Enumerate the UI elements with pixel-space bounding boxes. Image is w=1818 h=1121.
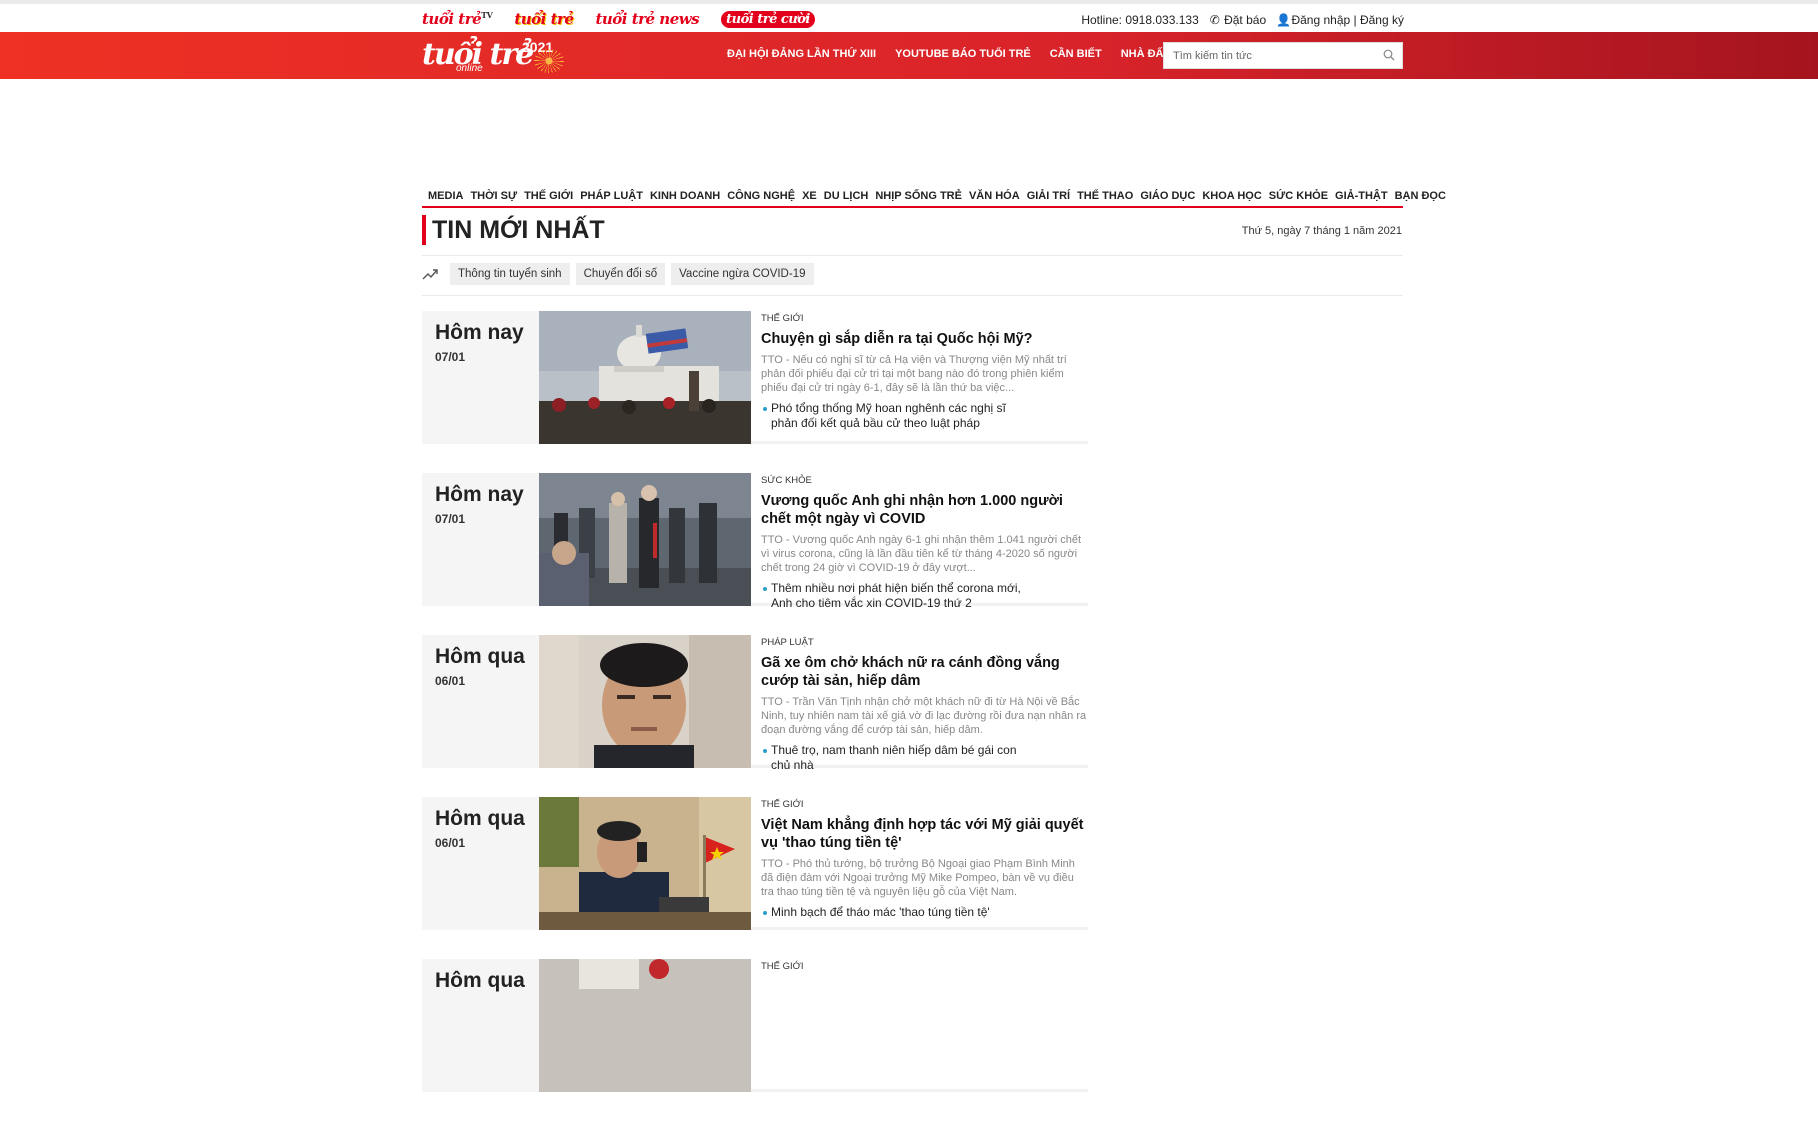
news-title[interactable]: Chuyện gì sắp diễn ra tại Quốc hội Mỹ? xyxy=(761,330,1088,348)
category-nav: MEDIA THỜI SỰ THẾ GIỚI PHÁP LUẬT KINH DO… xyxy=(422,186,1446,208)
cat-giao-duc[interactable]: GIÁO DỤC xyxy=(1140,190,1195,202)
trending-tags: Thông tin tuyển sinh Chuyển đổi số Vacci… xyxy=(422,263,814,285)
cat-media[interactable]: MEDIA xyxy=(428,190,463,202)
brand-tuoitre-news[interactable]: tuổi trẻ news xyxy=(595,10,699,28)
news-title[interactable]: Việt Nam khẳng định hợp tác với Mỹ giải … xyxy=(761,816,1088,852)
user-icon: 👤 xyxy=(1276,13,1292,27)
divider xyxy=(422,255,1403,256)
cat-kinh-doanh[interactable]: KINH DOANH xyxy=(650,190,720,202)
hotline-text: Hotline: 0918.033.133 xyxy=(1081,13,1199,27)
brand-tuoitre-cuoi[interactable]: tuổi trẻ cười xyxy=(721,10,815,28)
cat-the-gioi[interactable]: THẾ GIỚI xyxy=(524,190,573,202)
news-item: Hôm qua 06/01 THẾ GIỚI Việt Nam khẳng đị xyxy=(422,797,1088,930)
cat-suc-khoe[interactable]: SỨC KHỎE xyxy=(1269,190,1328,202)
related-link[interactable]: Thêm nhiều nơi phát hiện biến thể corona… xyxy=(761,581,1031,611)
related-link[interactable]: Phó tổng thống Mỹ hoan nghênh các nghị s… xyxy=(761,401,1031,431)
cat-the-thao[interactable]: THỂ THAO xyxy=(1077,190,1133,202)
top-bar: tuổi trẻTV tuổi trẻ tuổi trẻ news tuổi t… xyxy=(0,0,1818,32)
news-summary: TTO - Vương quốc Anh ngày 6-1 ghi nhận t… xyxy=(761,534,1082,574)
nav-dai-hoi-dang[interactable]: ĐẠI HỘI ĐẢNG LẦN THỨ XIII xyxy=(727,48,876,60)
cat-du-lich[interactable]: DU LỊCH xyxy=(824,190,869,202)
cat-ban-doc[interactable]: BẠN ĐỌC xyxy=(1395,190,1446,202)
news-item: Hôm qua THẾ GIỚI xyxy=(422,959,1088,1092)
tag-thong-tin-tuyen-sinh[interactable]: Thông tin tuyển sinh xyxy=(450,263,570,285)
related-link[interactable]: Minh bạch để tháo mác 'thao túng tiền tệ… xyxy=(761,905,1031,920)
tag-vaccine-covid[interactable]: Vaccine ngừa COVID-19 xyxy=(671,263,814,285)
cat-giai-tri[interactable]: GIẢI TRÍ xyxy=(1027,190,1070,202)
news-category[interactable]: THẾ GIỚI xyxy=(761,799,1088,810)
site-logo[interactable]: tuổi trẻ online 2021 xyxy=(422,35,582,77)
news-content: SỨC KHỎE Vương quốc Anh ghi nhận hơn 1.0… xyxy=(761,473,1088,611)
news-thumbnail-portrait[interactable] xyxy=(539,635,751,768)
cat-van-hoa[interactable]: VĂN HÓA xyxy=(969,190,1020,202)
nav-youtube[interactable]: YOUTUBE BÁO TUỔI TRẺ xyxy=(895,48,1031,60)
news-date-block: Hôm nay 07/01 xyxy=(422,473,539,606)
cat-nhip-song-tre[interactable]: NHỊP SỐNG TRẺ xyxy=(875,190,962,202)
news-item: Hôm qua 06/01 PHÁP LUẬT Gã xe ôm chở khá… xyxy=(422,635,1088,772)
login-link[interactable]: 👤 Đăng nhập | Đăng ký xyxy=(1276,13,1404,27)
news-date-block: Hôm nay 07/01 xyxy=(422,311,539,444)
news-title[interactable]: Vương quốc Anh ghi nhận hơn 1.000 người … xyxy=(761,492,1088,528)
news-date-block: Hôm qua 06/01 xyxy=(422,797,539,930)
cat-phap-luat[interactable]: PHÁP LUẬT xyxy=(580,190,643,202)
cat-khoa-hoc[interactable]: KHOA HỌC xyxy=(1202,190,1261,202)
main-nav: ĐẠI HỘI ĐẢNG LẦN THỨ XIII YOUTUBE BÁO TU… xyxy=(727,48,1170,60)
news-category[interactable]: PHÁP LUẬT xyxy=(761,637,1088,648)
cat-xe[interactable]: XE xyxy=(802,190,817,202)
main-header: tuổi trẻ online 2021 ĐẠI HỘI ĐẢNG LẦN TH… xyxy=(0,32,1818,79)
cat-cong-nghe[interactable]: CÔNG NGHỆ xyxy=(727,190,795,202)
cat-gia-that[interactable]: GIẢ-THẬT xyxy=(1335,190,1388,202)
top-right-links: Hotline: 0918.033.133 ✆ Đặt báo 👤 Đăng n… xyxy=(1081,13,1404,27)
news-summary: TTO - Trần Văn Tịnh nhận chở một khách n… xyxy=(761,696,1087,736)
search-box xyxy=(1163,42,1403,69)
news-date-block: Hôm qua 06/01 xyxy=(422,635,539,768)
nav-can-biet[interactable]: CẦN BIẾT xyxy=(1050,48,1102,60)
news-summary: TTO - Phó thủ tướng, bộ trưởng Bộ Ngoại … xyxy=(761,858,1075,898)
brand-links: tuổi trẻTV tuổi trẻ tuổi trẻ news tuổi t… xyxy=(422,10,815,28)
trending-icon xyxy=(422,269,438,280)
news-content: PHÁP LUẬT Gã xe ôm chở khách nữ ra cánh … xyxy=(761,635,1088,773)
news-date-block: Hôm qua xyxy=(422,959,539,1092)
search-icon[interactable] xyxy=(1383,49,1395,61)
news-content: THẾ GIỚI Việt Nam khẳng định hợp tác với… xyxy=(761,797,1088,920)
news-item: Hôm nay 07/01 SỨC KHỎE Vương quốc Anh gh… xyxy=(422,473,1088,610)
cat-thoi-su[interactable]: THỜI SỰ xyxy=(470,190,517,202)
search-input[interactable] xyxy=(1164,43,1374,68)
news-item: Hôm nay 07/01 THẾ GIỚI Chuyện gì sắp diễ… xyxy=(422,311,1088,444)
subscribe-link[interactable]: ✆ Đặt báo xyxy=(1209,13,1266,27)
news-title[interactable]: Gã xe ôm chở khách nữ ra cánh đồng vắng … xyxy=(761,654,1088,690)
brand-tuoitre[interactable]: tuổi trẻ xyxy=(514,10,574,28)
news-thumbnail-capitol[interactable] xyxy=(539,311,751,444)
news-feed: Hôm nay 07/01 THẾ GIỚI Chuyện gì sắp diễ… xyxy=(422,311,1088,1121)
news-category[interactable]: SỨC KHỎE xyxy=(761,475,1088,486)
news-category[interactable]: THẾ GIỚI xyxy=(761,961,1088,972)
news-thumbnail-street[interactable] xyxy=(539,473,751,606)
brand-tuoitre-tv[interactable]: tuổi trẻTV xyxy=(422,10,493,28)
news-content: THẾ GIỚI Chuyện gì sắp diễn ra tại Quốc … xyxy=(761,311,1088,431)
phone-icon: ✆ xyxy=(1209,13,1220,27)
tag-chuyen-doi-so[interactable]: Chuyển đổi số xyxy=(575,263,666,285)
news-thumbnail-partial[interactable] xyxy=(539,959,751,1092)
news-category[interactable]: THẾ GIỚI xyxy=(761,313,1088,324)
firework-icon xyxy=(534,49,564,73)
page-title: TIN MỚI NHẤT xyxy=(422,215,605,245)
current-date: Thứ 5, ngày 7 tháng 1 năm 2021 xyxy=(1241,225,1402,237)
related-link[interactable]: Thuê trọ, nam thanh niên hiếp dâm bé gái… xyxy=(761,743,1031,773)
divider xyxy=(422,295,1403,296)
news-thumbnail-phone-call[interactable] xyxy=(539,797,751,930)
news-summary: TTO - Nếu có nghị sĩ từ cả Hạ viện và Th… xyxy=(761,354,1067,394)
news-content: THẾ GIỚI xyxy=(761,959,1088,972)
